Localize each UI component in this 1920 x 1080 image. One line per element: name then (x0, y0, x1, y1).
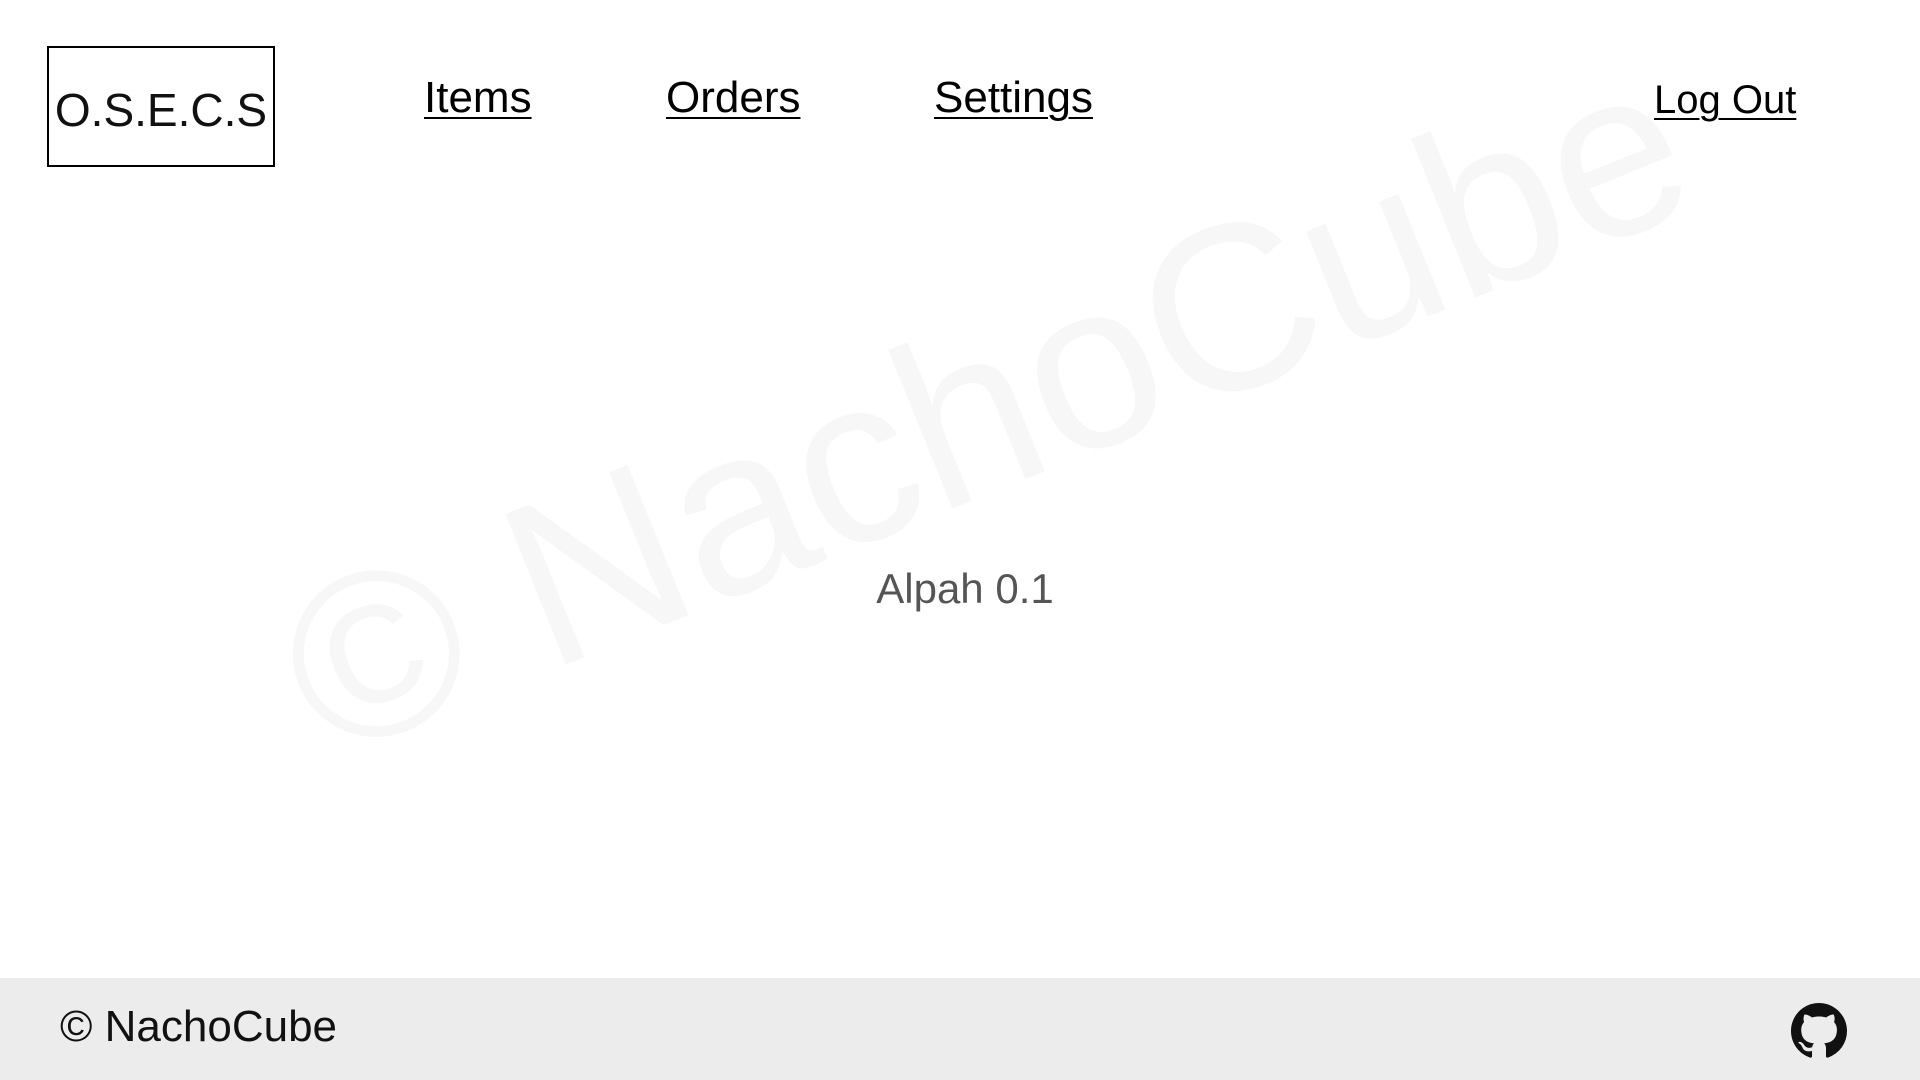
nav-orders-link[interactable]: Orders (666, 73, 800, 122)
copyright-text: © NachoCube (60, 1002, 338, 1051)
header: O.S.E.C.S Items Orders Settings Log Out (0, 0, 1920, 200)
page: O.S.E.C.S Items Orders Settings Log Out … (0, 0, 1920, 1080)
footer: © NachoCube (0, 978, 1920, 1080)
logo[interactable]: O.S.E.C.S (47, 46, 275, 167)
github-icon[interactable] (1791, 1003, 1847, 1059)
logout-link[interactable]: Log Out (1654, 78, 1796, 122)
nav-settings-link[interactable]: Settings (934, 73, 1093, 122)
version-label: Alpah 0.1 (876, 565, 1054, 612)
nav-items-link[interactable]: Items (424, 73, 532, 122)
